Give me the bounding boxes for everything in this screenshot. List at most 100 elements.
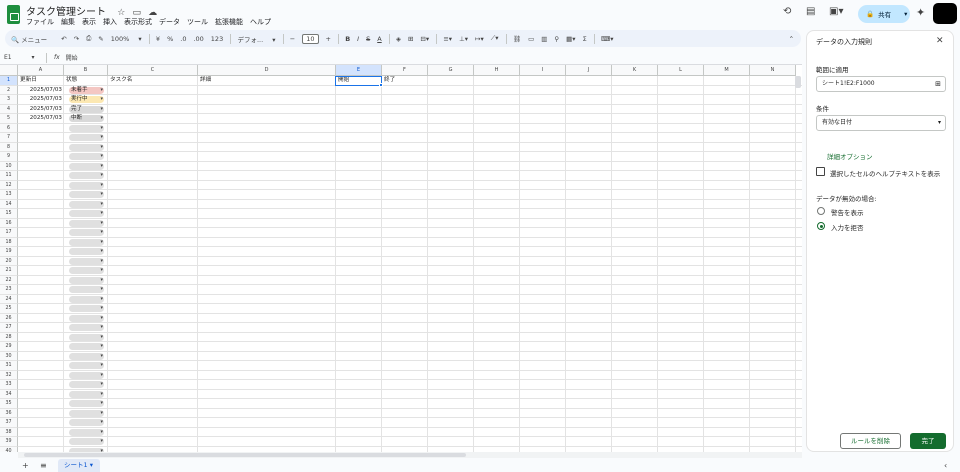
text-wrap-icon[interactable]: ↦▾ (475, 35, 484, 43)
status-dropdown-chip[interactable] (69, 153, 104, 161)
status-dropdown-chip[interactable] (69, 390, 104, 398)
document-title[interactable]: タスク管理シート ☆ ▭ ☁ (26, 3, 157, 18)
row-header-35[interactable]: 35 (0, 399, 18, 409)
row-header-36[interactable]: 36 (0, 408, 18, 418)
row-header-14[interactable]: 14 (0, 199, 18, 209)
italic-button[interactable]: I (357, 35, 359, 43)
menu-data[interactable]: データ (159, 17, 180, 27)
status-dropdown-chip[interactable] (69, 362, 104, 370)
column-header-e[interactable]: E (336, 65, 382, 76)
status-dropdown-chip[interactable] (69, 219, 104, 227)
insert-link-icon[interactable]: ⛓ (513, 35, 521, 43)
row-header-9[interactable]: 9 (0, 152, 18, 162)
status-dropdown-chip[interactable] (69, 162, 104, 170)
history-icon[interactable]: ⟲ (783, 6, 791, 17)
horizontal-scrollbar-thumb[interactable] (24, 453, 466, 457)
row-header-28[interactable]: 28 (0, 332, 18, 342)
sheet-tab-dropdown-icon[interactable]: ▾ (90, 461, 93, 469)
row-header-2[interactable]: 2 (0, 85, 18, 95)
row-header-39[interactable]: 39 (0, 437, 18, 447)
row-header-30[interactable]: 30 (0, 351, 18, 361)
menu-format[interactable]: 表示形式 (124, 17, 152, 27)
sheet-tab-1[interactable]: シート1 ▾ (58, 459, 100, 472)
column-header-d[interactable]: D (198, 65, 336, 76)
status-dropdown-chip[interactable] (69, 191, 104, 199)
status-dropdown-chip[interactable] (69, 257, 104, 265)
status-dropdown-chip[interactable] (69, 143, 104, 151)
currency-format-button[interactable]: ¥ (156, 35, 160, 43)
menu-view[interactable]: 表示 (82, 17, 96, 27)
column-header-c[interactable]: C (108, 65, 198, 76)
help-text-checkbox[interactable] (816, 167, 825, 176)
row-header-22[interactable]: 22 (0, 275, 18, 285)
row-header-20[interactable]: 20 (0, 256, 18, 266)
row-header-8[interactable]: 8 (0, 142, 18, 152)
row-header-31[interactable]: 31 (0, 361, 18, 371)
row-header-12[interactable]: 12 (0, 180, 18, 190)
column-header-b[interactable]: B (64, 65, 108, 76)
share-button[interactable]: 🔒 共有 ▾ (858, 5, 910, 23)
functions-icon[interactable]: Σ (583, 35, 587, 43)
close-icon[interactable]: ✕ (936, 36, 944, 46)
sheets-logo-icon[interactable] (7, 5, 20, 24)
status-dropdown-chip[interactable] (69, 276, 104, 284)
row-header-15[interactable]: 15 (0, 209, 18, 219)
status-dropdown-chip[interactable] (69, 428, 104, 436)
status-dropdown-chip[interactable] (69, 295, 104, 303)
row-header-10[interactable]: 10 (0, 161, 18, 171)
date-cell[interactable]: 2025/07/03 (18, 86, 62, 96)
text-color-button[interactable]: A (377, 35, 381, 43)
vertical-align-icon[interactable]: ⊥▾ (459, 35, 468, 43)
done-button[interactable]: 完了 (910, 433, 946, 449)
formula-input[interactable]: 開始 (66, 53, 78, 62)
status-dropdown-chip[interactable] (69, 314, 104, 322)
merge-cells-icon[interactable]: ⊟▾ (420, 35, 429, 43)
header-cell-a[interactable]: 更新日 (20, 76, 37, 86)
gemini-sparkle-icon[interactable]: ✦ (916, 6, 925, 19)
status-dropdown-chip[interactable] (69, 229, 104, 237)
spreadsheet-grid[interactable]: ABCDEFGHIJKLMN12未着手3実行中4完了5中断67891011121… (0, 64, 802, 452)
row-header-40[interactable]: 40 (0, 446, 18, 452)
criteria-select[interactable]: 有効な日付 ▾ (816, 115, 946, 131)
select-range-icon[interactable]: ⊞ (935, 77, 941, 91)
status-dropdown-chip[interactable]: 完了 (69, 105, 104, 113)
filter-icon[interactable]: ⚲ (554, 35, 559, 43)
row-header-27[interactable]: 27 (0, 323, 18, 333)
menu-edit[interactable]: 編集 (61, 17, 75, 27)
menu-help[interactable]: ヘルプ (250, 17, 271, 27)
range-input[interactable]: シート1!E2:F1000 ⊞ (816, 76, 946, 92)
vertical-scrollbar[interactable] (795, 76, 801, 88)
advanced-options-toggle[interactable]: 詳細オプション (827, 151, 873, 161)
status-dropdown-chip[interactable]: 未着手 (69, 86, 104, 94)
status-dropdown-chip[interactable] (69, 267, 104, 275)
name-box[interactable]: E1 ▾ (0, 54, 40, 61)
row-header-17[interactable]: 17 (0, 228, 18, 238)
meet-icon[interactable]: ▣▾ (829, 6, 843, 17)
column-header-k[interactable]: K (612, 65, 658, 76)
row-header-5[interactable]: 5 (0, 114, 18, 124)
zoom-select[interactable]: 100% ▾ (111, 35, 142, 43)
column-header-l[interactable]: L (658, 65, 704, 76)
status-dropdown-chip[interactable] (69, 305, 104, 313)
collapse-toolbar-icon[interactable]: ⌃ (789, 35, 794, 43)
status-dropdown-chip[interactable] (69, 409, 104, 417)
status-dropdown-chip[interactable] (69, 419, 104, 427)
status-dropdown-chip[interactable] (69, 371, 104, 379)
date-cell[interactable]: 2025/07/03 (18, 95, 62, 105)
status-dropdown-chip[interactable] (69, 181, 104, 189)
row-header-26[interactable]: 26 (0, 313, 18, 323)
font-size-input[interactable]: 10 (302, 33, 319, 44)
avatar[interactable] (933, 3, 957, 24)
status-dropdown-chip[interactable] (69, 200, 104, 208)
status-dropdown-chip[interactable]: 実行中 (69, 96, 104, 104)
radio-reject-input[interactable] (817, 222, 825, 230)
row-header-6[interactable]: 6 (0, 123, 18, 133)
status-dropdown-chip[interactable] (69, 172, 104, 180)
horizontal-align-icon[interactable]: ≡▾ (443, 35, 452, 43)
strikethrough-button[interactable]: S (366, 35, 370, 43)
comment-icon[interactable]: ▤ (806, 6, 815, 17)
row-header-32[interactable]: 32 (0, 370, 18, 380)
decrease-decimal-button[interactable]: .0 (180, 35, 186, 43)
borders-icon[interactable]: ⊞ (408, 35, 413, 43)
redo-icon[interactable]: ↷ (74, 35, 79, 43)
